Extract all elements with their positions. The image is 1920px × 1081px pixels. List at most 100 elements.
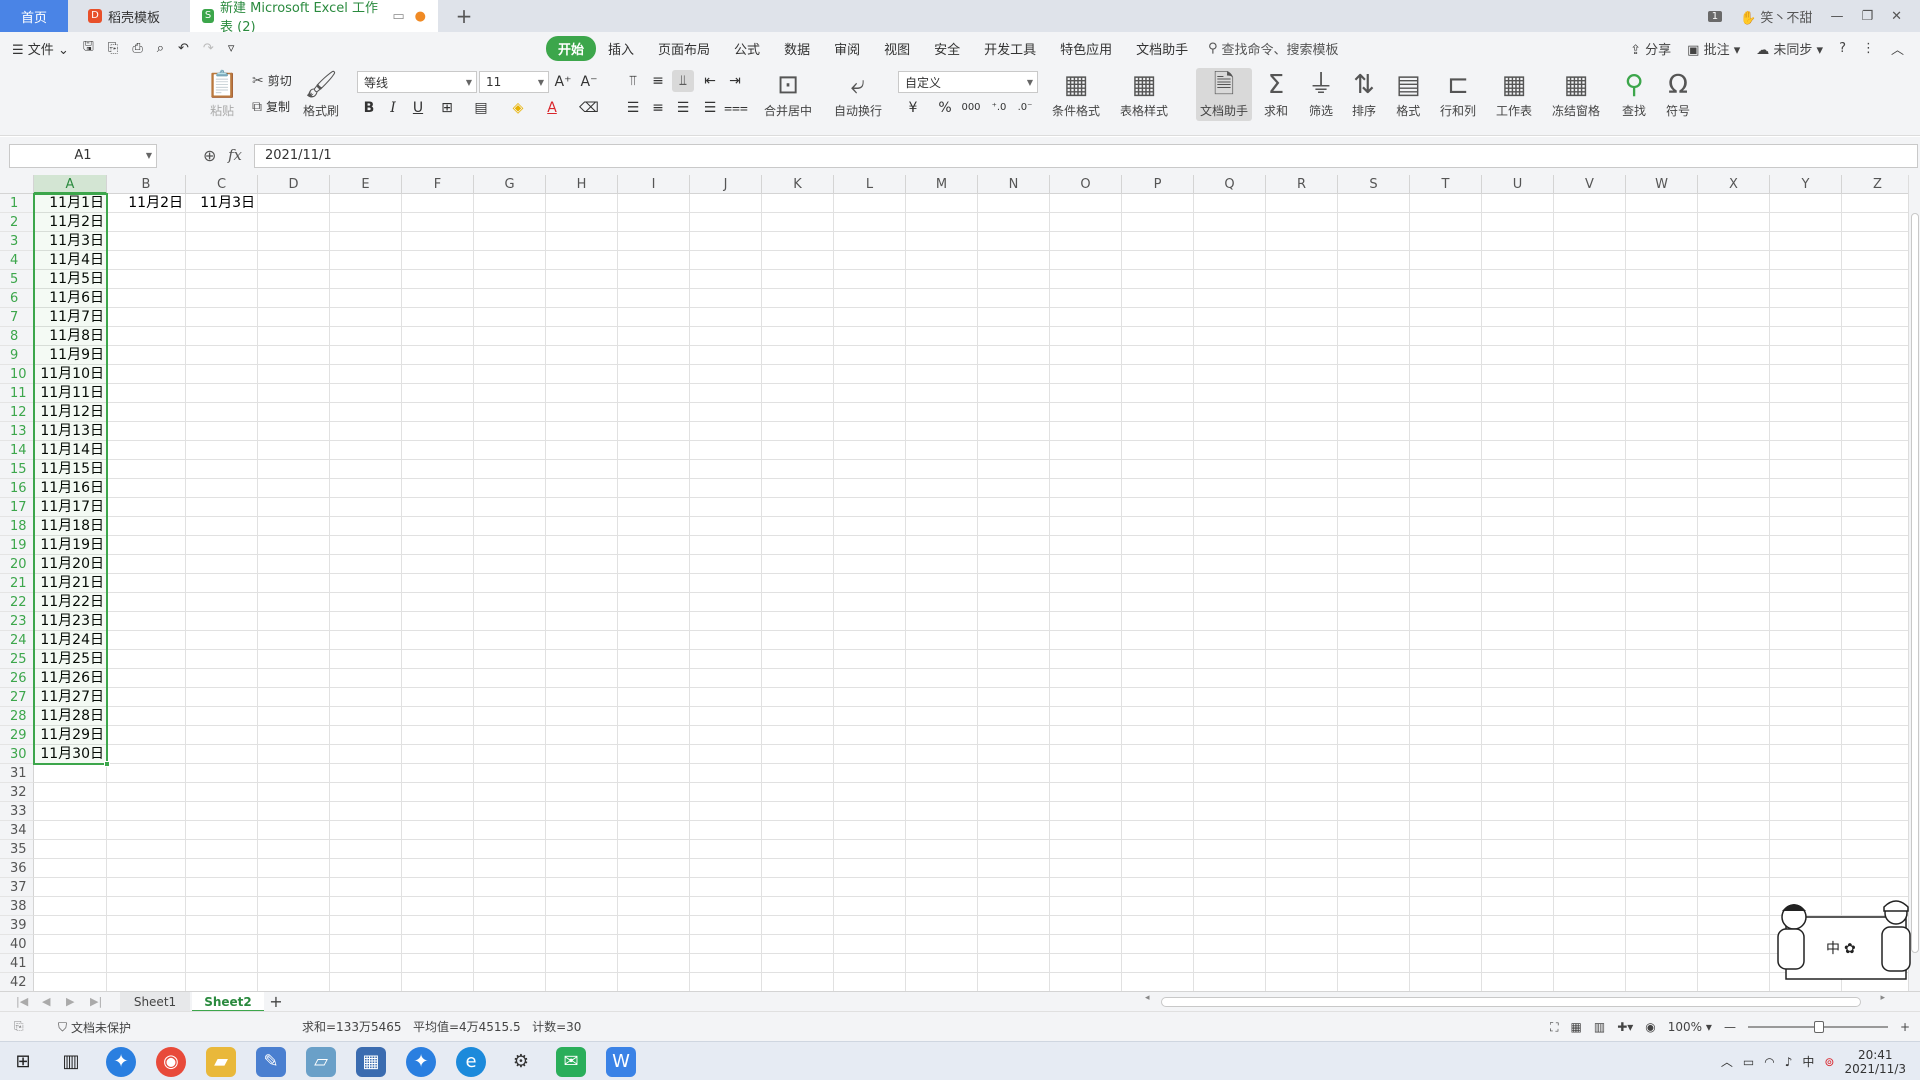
zoom-level[interactable]: 100% ▾	[1668, 1020, 1712, 1034]
wrap-text-button[interactable]: ⤶ 自动换行	[834, 70, 882, 119]
bold-button[interactable]: B	[358, 97, 380, 119]
sheet-tab-sheet1[interactable]: Sheet1	[120, 992, 190, 1012]
column-header-k[interactable]: K	[762, 175, 834, 194]
column-header-w[interactable]: W	[1626, 175, 1698, 194]
ribbon-tab-10[interactable]: 文档助手	[1124, 36, 1200, 61]
column-header-e[interactable]: E	[330, 175, 402, 194]
messenger-icon[interactable]: ✦	[406, 1047, 436, 1077]
page-break-view-icon[interactable]: ▥	[1594, 1020, 1605, 1034]
border-icon[interactable]: ⊞	[436, 97, 458, 119]
increase-font-icon[interactable]: A⁺	[552, 71, 574, 93]
conditional-format-button[interactable]: ▦ 条件格式	[1052, 70, 1100, 119]
zoom-slider[interactable]	[1747, 1021, 1888, 1033]
customize-icon[interactable]: ▿	[228, 41, 235, 56]
column-header-n[interactable]: N	[978, 175, 1050, 194]
column-header-u[interactable]: U	[1482, 175, 1554, 194]
align-center-icon[interactable]: ≡	[647, 97, 669, 119]
help-icon[interactable]: ?	[1839, 41, 1846, 56]
vertical-scrollbar[interactable]	[1908, 175, 1920, 991]
zoom-out-icon[interactable]: —	[1724, 1020, 1736, 1034]
row-header[interactable]: 3	[0, 232, 34, 251]
row-header[interactable]: 36	[0, 859, 34, 878]
reading-view-icon[interactable]: ✚▾	[1617, 1020, 1633, 1034]
italic-button[interactable]: I	[382, 97, 404, 119]
task-view-icon[interactable]: ▥	[56, 1047, 86, 1077]
ribbon-tab-4[interactable]: 数据	[772, 36, 822, 61]
row-header[interactable]: 14	[0, 441, 34, 460]
row-header[interactable]: 37	[0, 878, 34, 897]
calculator-icon[interactable]: ▦	[356, 1047, 386, 1077]
column-header-m[interactable]: M	[906, 175, 978, 194]
zoom-slider-knob[interactable]	[1813, 1021, 1824, 1033]
column-header-b[interactable]: B	[107, 175, 186, 194]
export-pdf-icon[interactable]: ⎘	[108, 41, 118, 56]
chrome-icon[interactable]: ◉	[156, 1047, 186, 1077]
editor-icon[interactable]: ▱	[306, 1047, 336, 1077]
add-sheet-button[interactable]: +	[266, 992, 286, 1012]
eraser-icon[interactable]: ⌫	[578, 97, 600, 119]
ribbon-tab-0[interactable]: 开始	[546, 35, 597, 61]
settings-gear-icon[interactable]: ⚙	[506, 1047, 536, 1077]
ime-indicator[interactable]: 中	[1802, 1053, 1814, 1070]
worksheet-button[interactable]: ▦ 工作表	[1496, 70, 1532, 119]
page-icon[interactable]: ⎘	[14, 1019, 24, 1034]
ribbon-tab-1[interactable]: 插入	[596, 36, 646, 61]
cut-button[interactable]: ✂ 剪切	[252, 72, 292, 89]
align-bottom-icon[interactable]: ⫫	[672, 70, 694, 92]
wifi-icon[interactable]: ◠	[1764, 1055, 1774, 1069]
sort-button[interactable]: ⇅ 排序	[1352, 70, 1376, 119]
selection-range[interactable]	[33, 193, 108, 765]
network-icon[interactable]: ▭	[1743, 1055, 1754, 1069]
tab-template[interactable]: D 稻壳模板	[76, 0, 186, 32]
row-header[interactable]: 30	[0, 745, 34, 764]
row-header[interactable]: 4	[0, 251, 34, 270]
window-count-badge[interactable]: 1	[1707, 10, 1723, 22]
notepad-icon[interactable]: ✎	[256, 1047, 286, 1077]
windows-start-icon[interactable]: ⊞	[8, 1047, 38, 1077]
ribbon-tab-3[interactable]: 公式	[722, 36, 772, 61]
font-size-select[interactable]: 11 ▼	[479, 71, 549, 93]
font-color-icon[interactable]: A	[541, 97, 563, 119]
ribbon-tab-5[interactable]: 审阅	[822, 36, 872, 61]
fill-color-icon[interactable]: ◈	[507, 97, 529, 119]
align-top-icon[interactable]: ⫪	[622, 70, 644, 92]
row-header[interactable]: 21	[0, 574, 34, 593]
tray-expand-icon[interactable]: ︿	[1721, 1053, 1733, 1070]
row-header[interactable]: 35	[0, 840, 34, 859]
horizontal-scroll-thumb[interactable]	[1161, 997, 1861, 1007]
command-search[interactable]: ⚲ 查找命令、搜索模板	[1208, 32, 1339, 64]
row-header[interactable]: 6	[0, 289, 34, 308]
row-header[interactable]: 33	[0, 802, 34, 821]
fx-label[interactable]: fx	[228, 146, 242, 164]
currency-icon[interactable]: ¥	[902, 97, 924, 119]
row-header[interactable]: 42	[0, 973, 34, 991]
user-avatar[interactable]: ✋ 笑丶不甜	[1740, 7, 1812, 26]
wechat-icon[interactable]: ✉	[556, 1047, 586, 1077]
format-painter-button[interactable]: 🖌 格式刷	[303, 70, 339, 119]
row-header[interactable]: 9	[0, 346, 34, 365]
ribbon-tab-2[interactable]: 页面布局	[646, 36, 722, 61]
scroll-right-icon[interactable]: ▸	[1880, 993, 1885, 1003]
row-header[interactable]: 16	[0, 479, 34, 498]
horizontal-scrollbar[interactable]: ◂ ▸	[1145, 993, 1885, 1008]
paste-button[interactable]: 📋 粘贴	[206, 70, 238, 119]
find-button[interactable]: ⚲ 查找	[1622, 70, 1646, 119]
cell[interactable]: 11月3日	[186, 194, 258, 213]
column-header-a[interactable]: A	[34, 175, 107, 194]
tab-home[interactable]: 首页	[0, 0, 68, 32]
indent-increase-icon[interactable]: ⇥	[724, 70, 746, 92]
worksheet-grid[interactable]: ABCDEFGHIJKLMNOPQRSTUVWXYZ 1 2 3 4 5 6 7 8 9 10 11…	[0, 175, 1908, 991]
row-header[interactable]: 1	[0, 194, 34, 213]
column-header-h[interactable]: H	[546, 175, 618, 194]
distribute-icon[interactable]: ⩶	[724, 97, 748, 119]
first-sheet-icon[interactable]: |◀	[16, 992, 28, 1012]
fill-handle[interactable]	[104, 761, 110, 767]
row-header[interactable]: 18	[0, 517, 34, 536]
redo-icon[interactable]: ↷	[203, 41, 214, 56]
new-tab-button[interactable]: +	[452, 4, 476, 28]
print-preview-icon[interactable]: ⌕	[157, 41, 164, 56]
row-header[interactable]: 7	[0, 308, 34, 327]
share-button[interactable]: ⇪ 分享	[1630, 39, 1671, 58]
ribbon-tab-8[interactable]: 开发工具	[972, 36, 1048, 61]
ribbon-tab-9[interactable]: 特色应用	[1048, 36, 1124, 61]
